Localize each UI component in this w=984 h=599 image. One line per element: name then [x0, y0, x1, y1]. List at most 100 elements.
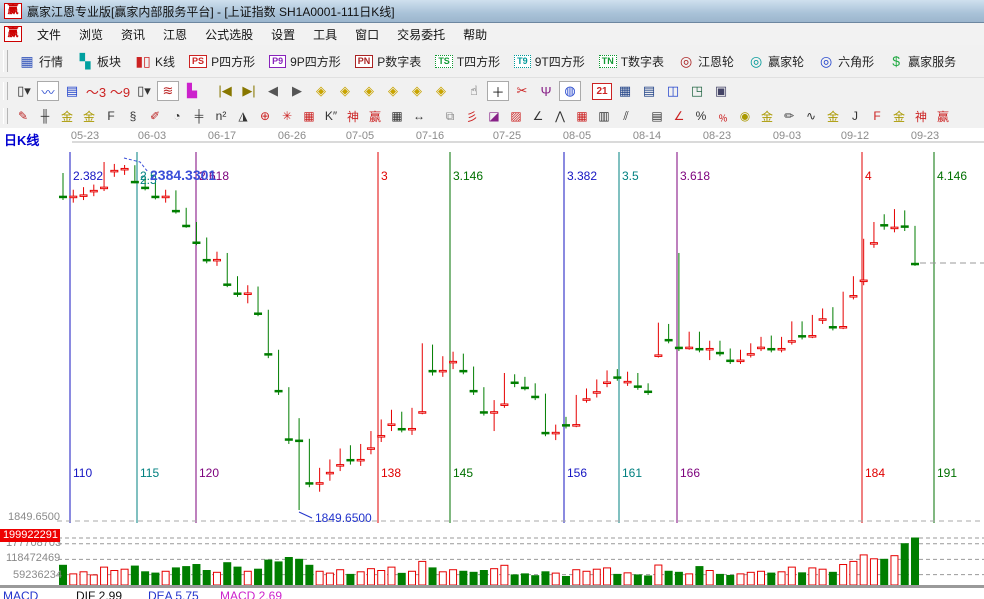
macd-label[interactable]: MACD [3, 589, 38, 599]
gold-circle-icon[interactable]: ◉ [735, 107, 755, 125]
candle[interactable] [645, 391, 652, 393]
candle[interactable] [901, 226, 908, 228]
menu-item-浏览[interactable]: 浏览 [70, 24, 112, 45]
toolbar-grip[interactable] [3, 50, 8, 72]
candle[interactable] [203, 259, 210, 261]
f-angle-icon[interactable]: F [867, 107, 887, 125]
candle[interactable] [532, 396, 539, 398]
candle[interactable] [460, 370, 467, 372]
winner-service-button[interactable]: $赢家服务 [881, 51, 963, 72]
candle[interactable] [552, 432, 559, 434]
histogram-icon[interactable]: ▙ [181, 81, 203, 101]
k-mark-icon[interactable]: K″ [321, 107, 341, 125]
sectors-button[interactable]: ▚板块 [70, 51, 128, 72]
menu-item-文件[interactable]: 文件 [28, 24, 70, 45]
volume-bar[interactable] [80, 572, 87, 585]
volume-bar[interactable] [809, 568, 816, 585]
shen-tool-icon[interactable]: 神 [343, 107, 363, 125]
volume-bar[interactable] [511, 575, 518, 585]
volume-bar[interactable] [367, 569, 374, 585]
prev-bar-button[interactable]: ◀ [262, 81, 284, 101]
candle[interactable] [850, 296, 857, 298]
volume-bar[interactable] [634, 575, 641, 585]
n-square-icon[interactable]: n² [211, 107, 231, 125]
candle[interactable] [809, 336, 816, 338]
menu-item-帮助[interactable]: 帮助 [454, 24, 496, 45]
volume-bar[interactable] [213, 572, 220, 585]
gold-line-icon[interactable]: 金 [757, 107, 777, 125]
volume-bar[interactable] [491, 569, 498, 585]
candle[interactable] [111, 170, 118, 172]
expand-all-diamond-button[interactable]: ◈ [406, 81, 428, 101]
candle[interactable] [583, 399, 590, 401]
candle[interactable] [101, 187, 108, 189]
candle[interactable] [840, 327, 847, 329]
candle[interactable] [675, 347, 682, 349]
candle[interactable] [860, 280, 867, 282]
volume-bar[interactable] [542, 572, 549, 585]
volume-bar[interactable] [121, 569, 128, 585]
ray-fan-icon[interactable]: 彡 [462, 107, 482, 125]
compress-diamond-button[interactable]: ◈ [382, 81, 404, 101]
web-icon[interactable]: ✳ [277, 107, 297, 125]
volume-bar[interactable] [142, 572, 149, 585]
candle[interactable] [296, 440, 303, 442]
scissors-tool-button[interactable]: ✂ [511, 81, 533, 101]
winner-wheel-button[interactable]: ◎赢家轮 [741, 51, 811, 72]
volume-bar[interactable] [645, 576, 652, 585]
marker-icon[interactable]: ✏ [779, 107, 799, 125]
candle[interactable] [665, 339, 672, 341]
volume-bar[interactable] [727, 575, 734, 585]
shen-angle-icon[interactable]: 神 [911, 107, 931, 125]
remote-pc-icon[interactable]: ▣ [710, 81, 732, 101]
candle[interactable] [521, 387, 528, 389]
candle[interactable] [624, 381, 631, 383]
volume-bar[interactable] [604, 568, 611, 585]
candle[interactable] [470, 390, 477, 392]
volume-bar[interactable] [111, 571, 118, 586]
candle[interactable] [388, 424, 395, 426]
volume-bar[interactable] [758, 571, 765, 585]
candle[interactable] [716, 352, 723, 354]
candle[interactable] [90, 190, 97, 192]
candle[interactable] [131, 181, 138, 183]
volume-bar[interactable] [131, 566, 138, 585]
candle[interactable] [788, 341, 795, 343]
candle[interactable] [747, 354, 754, 356]
volume-bar[interactable] [501, 565, 508, 585]
candle[interactable] [439, 370, 446, 372]
j-angle-icon[interactable]: J [845, 107, 865, 125]
volume-bar[interactable] [686, 574, 693, 585]
candle[interactable] [378, 436, 385, 438]
candle[interactable] [80, 195, 87, 197]
angle-tool-icon[interactable]: ◮ [233, 107, 253, 125]
p-number-table-button[interactable]: PNP数字表 [348, 51, 429, 72]
candle[interactable] [891, 227, 898, 229]
network-icon[interactable]: ◳ [686, 81, 708, 101]
volume-bar[interactable] [409, 571, 416, 585]
candle[interactable] [819, 319, 826, 321]
save-icon[interactable]: ◫ [662, 81, 684, 101]
measure-icon[interactable]: ↔ [409, 107, 429, 125]
candle[interactable] [357, 459, 364, 461]
volume-bar[interactable] [655, 565, 662, 585]
volume-bar[interactable] [573, 570, 580, 585]
volume-bar[interactable] [326, 573, 333, 585]
brush-tool-icon[interactable]: ✎ [13, 107, 33, 125]
price-grid-icon[interactable]: ▦ [572, 107, 592, 125]
menu-item-窗口[interactable]: 窗口 [346, 24, 388, 45]
candle[interactable] [234, 293, 241, 295]
candle[interactable] [60, 196, 67, 198]
spiral-icon[interactable]: § [123, 107, 143, 125]
box-fan-icon[interactable]: ◪ [484, 107, 504, 125]
zoom-diamond-button[interactable]: ◈ [430, 81, 452, 101]
volume-bar[interactable] [829, 572, 836, 585]
volume-bar[interactable] [870, 559, 877, 585]
candle[interactable] [450, 361, 457, 363]
volume-bar[interactable] [778, 572, 785, 585]
candle[interactable] [573, 425, 580, 427]
comet-icon[interactable]: ✐ [145, 107, 165, 125]
volume-bar[interactable] [152, 573, 159, 585]
volume-bar[interactable] [521, 574, 528, 585]
volume-bar[interactable] [675, 572, 682, 585]
